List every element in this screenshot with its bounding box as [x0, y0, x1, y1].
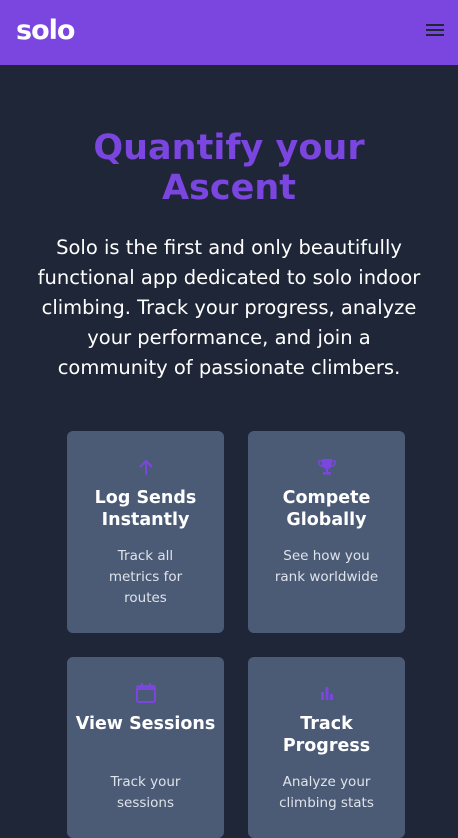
- feature-title: Log Sends Instantly: [94, 488, 197, 530]
- feature-card-track-progress[interactable]: Track Progress Analyze your climbing sta…: [248, 657, 405, 838]
- feature-title: View Sessions: [75, 714, 216, 734]
- logo[interactable]: solo: [16, 14, 75, 48]
- feature-title: Compete Globally: [282, 488, 371, 530]
- hero-title: Quantify your Ascent: [93, 128, 365, 208]
- feature-description: See how you rank worldwide: [274, 548, 379, 585]
- app-header: solo: [0, 0, 458, 65]
- feature-card-compete[interactable]: Compete Globally See how you rank worldw…: [248, 431, 405, 633]
- feature-description: Track all metrics for routes: [108, 548, 183, 606]
- bar-chart-icon: [248, 683, 405, 705]
- feature-description: Analyze your climbing stats: [279, 774, 374, 811]
- feature-description: Track your sessions: [110, 774, 181, 811]
- feature-card-view-sessions[interactable]: View Sessions Track your sessions: [67, 657, 224, 838]
- trophy-icon: [248, 457, 405, 479]
- hero-description: Solo is the first and only beautifully f…: [37, 236, 421, 379]
- calendar-icon: [67, 682, 224, 704]
- feature-title: Track Progress: [282, 714, 371, 756]
- arrow-up-icon: [67, 457, 224, 479]
- feature-card-log-sends[interactable]: Log Sends Instantly Track all metrics fo…: [67, 431, 224, 633]
- hamburger-menu-icon[interactable]: [424, 22, 446, 38]
